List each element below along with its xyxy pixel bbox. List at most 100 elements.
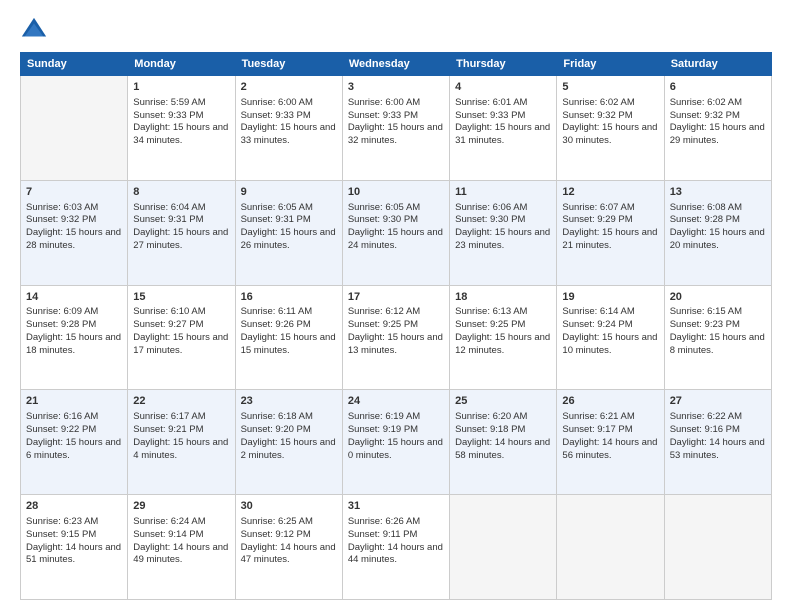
day-number: 6 xyxy=(670,80,766,95)
day-number: 26 xyxy=(562,394,658,409)
calendar-week-4: 21 Sunrise: 6:16 AM Sunset: 9:22 PM Dayligh… xyxy=(21,390,772,495)
sunrise-time: Sunrise: 6:04 AM xyxy=(133,202,205,213)
daylight-hours: Daylight: 15 hours and 30 minutes. xyxy=(562,122,657,146)
day-number: 12 xyxy=(562,185,658,200)
sunrise-time: Sunrise: 6:03 AM xyxy=(26,202,98,213)
daylight-hours: Daylight: 14 hours and 51 minutes. xyxy=(26,542,121,566)
sunrise-time: Sunrise: 6:00 AM xyxy=(241,97,313,108)
calendar-cell xyxy=(664,495,771,600)
weekday-header-thursday: Thursday xyxy=(450,53,557,76)
sunset-time: Sunset: 9:26 PM xyxy=(241,319,311,330)
sunrise-time: Sunrise: 6:19 AM xyxy=(348,411,420,422)
daylight-hours: Daylight: 15 hours and 8 minutes. xyxy=(670,332,765,356)
daylight-hours: Daylight: 14 hours and 47 minutes. xyxy=(241,542,336,566)
calendar-cell: 23Sunrise: 6:18 AMSunset: 9:20 PMDayligh… xyxy=(235,390,342,495)
calendar-cell: 8 Sunrise: 6:04 AMSunset: 9:31 PM Daylight… xyxy=(128,180,235,285)
daylight-hours: Daylight: 15 hours and 4 minutes. xyxy=(133,437,228,461)
daylight-hours: Daylight: 15 hours and 21 minutes. xyxy=(562,227,657,251)
day-number: 16 xyxy=(241,290,337,305)
daylight-hours: Daylight: 15 hours and 0 minutes. xyxy=(348,437,443,461)
daylight-hours: Daylight: 15 hours and 26 minutes. xyxy=(241,227,336,251)
day-number: 25 xyxy=(455,394,551,409)
daylight-hours: Daylight: 14 hours and 58 minutes. xyxy=(455,437,550,461)
daylight-hours: Daylight: 14 hours and 56 minutes. xyxy=(562,437,657,461)
day-number: 5 xyxy=(562,80,658,95)
day-number: 29 xyxy=(133,499,229,514)
calendar-cell: 19Sunrise: 6:14 AMSunset: 9:24 PMDayligh… xyxy=(557,285,664,390)
sunrise-time: Sunrise: 6:25 AM xyxy=(241,516,313,527)
sunrise-time: Sunrise: 6:05 AM xyxy=(241,202,313,213)
calendar-cell: 4 Sunrise: 6:01 AM Sunset: 9:33 PMDaylight… xyxy=(450,76,557,181)
calendar-cell: 2Sunrise: 6:00 AMSunset: 9:33 PMDaylight… xyxy=(235,76,342,181)
daylight-hours: Daylight: 15 hours and 31 minutes. xyxy=(455,122,550,146)
calendar-cell: 17Sunrise: 6:12 AMSunset: 9:25 PMDayligh… xyxy=(342,285,449,390)
calendar-cell: 5Sunrise: 6:02 AMSunset: 9:32 PMDaylight… xyxy=(557,76,664,181)
sunset-time: Sunset: 9:18 PM xyxy=(455,424,525,435)
header xyxy=(20,16,772,44)
sunset-time: Sunset: 9:28 PM xyxy=(670,214,740,225)
daylight-hours: Daylight: 15 hours and 27 minutes. xyxy=(133,227,228,251)
day-number: 15 xyxy=(133,290,229,305)
calendar-cell: 31Sunrise: 6:26 AMSunset: 9:11 PMDayligh… xyxy=(342,495,449,600)
daylight-hours: Daylight: 14 hours and 53 minutes. xyxy=(670,437,765,461)
sunset-time: Sunset: 9:16 PM xyxy=(670,424,740,435)
daylight-hours: Daylight: 15 hours and 6 minutes. xyxy=(26,437,121,461)
daylight-hours: Daylight: 15 hours and 32 minutes. xyxy=(348,122,443,146)
calendar-table: SundayMondayTuesdayWednesdayThursdayFrid… xyxy=(20,52,772,600)
sunrise-time: Sunrise: 6:13 AM xyxy=(455,306,527,317)
sunset-time: Sunset: 9:33 PM xyxy=(133,110,203,121)
calendar-cell: 30Sunrise: 6:25 AMSunset: 9:12 PMDayligh… xyxy=(235,495,342,600)
calendar-week-1: 1Sunrise: 5:59 AMSunset: 9:33 PMDaylight… xyxy=(21,76,772,181)
day-number: 19 xyxy=(562,290,658,305)
day-number: 30 xyxy=(241,499,337,514)
daylight-hours: Daylight: 15 hours and 24 minutes. xyxy=(348,227,443,251)
daylight-hours: Daylight: 14 hours and 44 minutes. xyxy=(348,542,443,566)
sunrise-time: Sunrise: 6:10 AM xyxy=(133,306,205,317)
day-number: 21 xyxy=(26,394,122,409)
calendar-cell: 14Sunrise: 6:09 AMSunset: 9:28 PMDayligh… xyxy=(21,285,128,390)
sunset-time: Sunset: 9:32 PM xyxy=(562,110,632,121)
day-number: 9 xyxy=(241,185,337,200)
sunset-time: Sunset: 9:30 PM xyxy=(348,214,418,225)
sunset-time: Sunset: 9:22 PM xyxy=(26,424,96,435)
sunset-time: Sunset: 9:31 PM xyxy=(241,214,311,225)
day-number: 18 xyxy=(455,290,551,305)
sunrise-time: Sunrise: 6:26 AM xyxy=(348,516,420,527)
sunrise-time: Sunrise: 6:17 AM xyxy=(133,411,205,422)
calendar-cell: 26Sunrise: 6:21 AMSunset: 9:17 PMDayligh… xyxy=(557,390,664,495)
daylight-hours: Daylight: 15 hours and 17 minutes. xyxy=(133,332,228,356)
sunset-time: Sunset: 9:21 PM xyxy=(133,424,203,435)
day-number: 13 xyxy=(670,185,766,200)
sunrise-time: Sunrise: 6:06 AM xyxy=(455,202,527,213)
calendar-week-3: 14Sunrise: 6:09 AMSunset: 9:28 PMDayligh… xyxy=(21,285,772,390)
sunrise-time: Sunrise: 6:01 AM xyxy=(455,97,527,108)
day-number: 4 xyxy=(455,80,551,95)
day-number: 8 xyxy=(133,185,229,200)
sunset-time: Sunset: 9:20 PM xyxy=(241,424,311,435)
sunrise-time: Sunrise: 6:14 AM xyxy=(562,306,634,317)
sunrise-time: Sunrise: 6:12 AM xyxy=(348,306,420,317)
logo-icon xyxy=(20,16,48,44)
day-number: 17 xyxy=(348,290,444,305)
sunrise-time: Sunrise: 6:21 AM xyxy=(562,411,634,422)
weekday-header-monday: Monday xyxy=(128,53,235,76)
calendar-cell: 3Sunrise: 6:00 AMSunset: 9:33 PMDaylight… xyxy=(342,76,449,181)
calendar-cell: 24Sunrise: 6:19 AMSunset: 9:19 PMDayligh… xyxy=(342,390,449,495)
calendar-cell: 13Sunrise: 6:08 AMSunset: 9:28 PMDayligh… xyxy=(664,180,771,285)
calendar-cell: 9 Sunrise: 6:05 AMSunset: 9:31 PM Daylight… xyxy=(235,180,342,285)
sunset-time: Sunset: 9:33 PM xyxy=(348,110,418,121)
sunrise-time: Sunrise: 6:16 AM xyxy=(26,411,98,422)
sunset-time: Sunset: 9:33 PM xyxy=(455,110,525,121)
calendar-cell xyxy=(450,495,557,600)
calendar-cell: 29Sunrise: 6:24 AMSunset: 9:14 PMDayligh… xyxy=(128,495,235,600)
weekday-header-friday: Friday xyxy=(557,53,664,76)
calendar-cell: 20Sunrise: 6:15 AMSunset: 9:23 PMDayligh… xyxy=(664,285,771,390)
sunrise-time: Sunrise: 6:00 AM xyxy=(348,97,420,108)
day-number: 24 xyxy=(348,394,444,409)
calendar-cell: 21 Sunrise: 6:16 AM Sunset: 9:22 PM Dayligh… xyxy=(21,390,128,495)
day-number: 20 xyxy=(670,290,766,305)
daylight-hours: Daylight: 15 hours and 28 minutes. xyxy=(26,227,121,251)
sunset-time: Sunset: 9:31 PM xyxy=(133,214,203,225)
calendar-cell: 10Sunrise: 6:05 AMSunset: 9:30 PMDayligh… xyxy=(342,180,449,285)
daylight-hours: Daylight: 15 hours and 15 minutes. xyxy=(241,332,336,356)
